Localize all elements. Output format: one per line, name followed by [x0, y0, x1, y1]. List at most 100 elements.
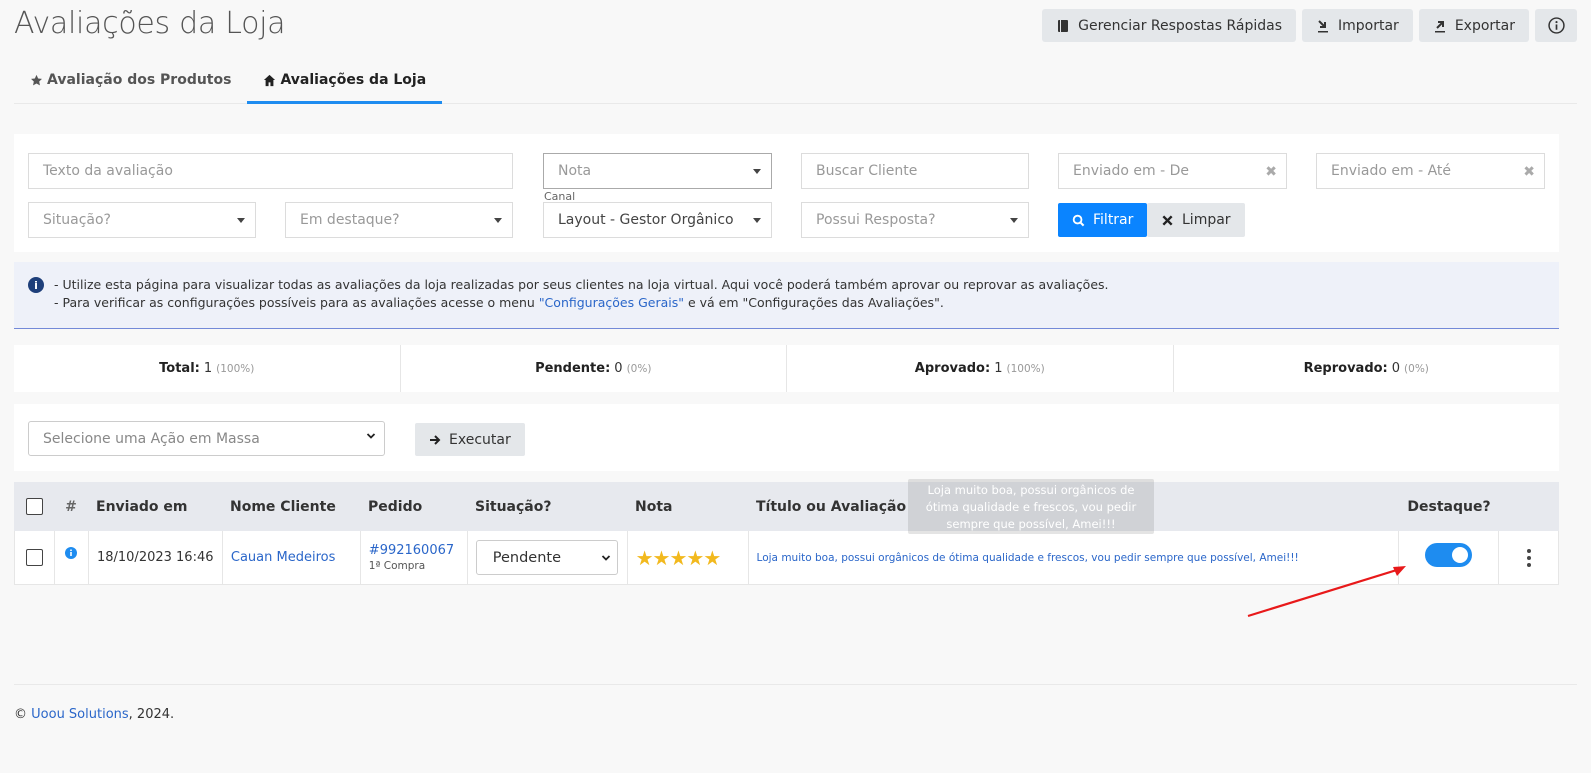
filter-button-label: Filtrar — [1093, 212, 1134, 228]
footer-year: , 2024. — [128, 707, 175, 722]
col-client[interactable]: Nome Cliente — [222, 499, 360, 515]
caret-down-icon — [494, 218, 502, 223]
stats-bar: Total: 1 (100%) Pendente: 0 (0%) Aprovado: 1(… — [14, 345, 1559, 392]
tab-store-reviews[interactable]: Avaliações da Loja — [247, 62, 443, 104]
stat-pending: Pendente: 0 (0%) — [401, 345, 787, 392]
client-link[interactable]: Cauan Medeiros — [231, 550, 335, 565]
review-text-input[interactable]: Texto da avaliação — [28, 153, 513, 189]
tab-bar: Avaliação dos Produtos Avaliações da Loj… — [14, 62, 1577, 104]
row-select-cell — [15, 531, 55, 584]
stat-value: 1 — [203, 361, 213, 376]
featured-toggle[interactable] — [1425, 542, 1473, 567]
nota-placeholder: Nota — [558, 163, 592, 179]
sent-from-placeholder: Enviado em - De — [1073, 163, 1189, 179]
tab-product-reviews-label: Avaliação dos Produtos — [47, 72, 232, 88]
search-icon — [1072, 214, 1085, 226]
copyright-symbol: © — [14, 707, 27, 722]
review-text[interactable]: Loja muito boa, possui orgânicos de ótim… — [757, 552, 1299, 564]
col-order[interactable]: Pedido — [360, 499, 467, 515]
caret-down-icon — [753, 218, 761, 223]
import-icon — [1318, 19, 1329, 32]
book-icon — [1058, 19, 1069, 32]
quick-replies-button[interactable]: Gerenciar Respostas Rápidas — [1042, 9, 1297, 42]
col-sent[interactable]: Enviado em — [88, 499, 222, 515]
situacao-placeholder: Situação? — [43, 212, 111, 228]
mass-action-select[interactable]: Selecione uma Ação em Massa — [28, 421, 385, 456]
client-search-input[interactable]: Buscar Cliente — [801, 153, 1029, 189]
clear-x-icon[interactable]: ✖ — [1523, 164, 1535, 180]
tab-product-reviews[interactable]: Avaliação dos Produtos — [14, 62, 247, 104]
info-text: - Utilize esta página para visualizar to… — [54, 276, 1109, 328]
canal-value: Layout - Gestor Orgânico — [558, 212, 734, 228]
row-actions-cell — [1499, 531, 1559, 584]
order-link[interactable]: #992160067 — [369, 543, 454, 558]
info-line-2-pre: - Para verificar as configurações possív… — [54, 295, 539, 310]
destaque-select[interactable]: Em destaque? — [285, 202, 513, 238]
stat-value: 1 — [994, 361, 1003, 376]
sent-from-input[interactable]: Enviado em - De ✖ — [1058, 153, 1287, 189]
stat-total: Total: 1 (100%) — [14, 345, 401, 392]
export-button[interactable]: Exportar — [1418, 9, 1529, 42]
info-icon[interactable] — [65, 546, 78, 559]
stat-label: Reprovado: — [1303, 361, 1388, 376]
info-panel: i - Utilize esta página para visualizar … — [14, 262, 1559, 329]
select-all-checkbox[interactable] — [25, 498, 43, 515]
row-client-cell: Cauan Medeiros — [223, 531, 361, 584]
stat-pct: (0%) — [1404, 362, 1429, 375]
order-sub: 1ª Compra — [368, 560, 426, 572]
stat-pct: (0%) — [626, 362, 652, 375]
caret-down-icon — [1010, 218, 1018, 223]
resposta-placeholder: Possui Resposta? — [816, 212, 936, 228]
star-icon — [31, 74, 42, 86]
info-circle-icon — [1547, 17, 1565, 34]
quick-replies-label: Gerenciar Respostas Rápidas — [1078, 17, 1283, 34]
canal-select[interactable]: Layout - Gestor Orgânico — [543, 202, 772, 238]
close-icon — [1162, 214, 1173, 226]
stat-value: 0 — [614, 361, 623, 376]
info-button[interactable] — [1535, 9, 1577, 42]
arrow-right-icon — [430, 434, 441, 445]
filter-panel: Texto da avaliação Nota Buscar Cliente E… — [14, 134, 1559, 252]
col-rating[interactable]: Nota — [627, 499, 748, 515]
info-line-2: - Para verificar as configurações possív… — [54, 294, 1109, 312]
status-select[interactable]: Pendente — [475, 540, 618, 575]
export-icon — [1434, 20, 1445, 32]
caret-down-icon — [237, 218, 245, 223]
clear-x-icon[interactable]: ✖ — [1265, 164, 1277, 180]
mass-action-placeholder: Selecione uma Ação em Massa — [43, 430, 260, 447]
page-title: Avaliações da Loja — [14, 6, 286, 41]
company-link[interactable]: Uoou Solutions — [31, 707, 129, 722]
client-search-placeholder: Buscar Cliente — [816, 163, 918, 179]
stat-label: Aprovado: — [914, 361, 991, 376]
review-text-placeholder: Texto da avaliação — [43, 163, 173, 179]
sent-to-input[interactable]: Enviado em - Até ✖ — [1316, 153, 1545, 189]
table-header: # Enviado em Nome Cliente Pedido Situaçã… — [14, 482, 1559, 531]
resposta-select[interactable]: Possui Resposta? — [801, 202, 1029, 238]
caret-down-icon — [753, 169, 761, 174]
col-status[interactable]: Situação? — [467, 499, 627, 515]
row-order-cell: #992160067 1ª Compra — [361, 531, 468, 584]
stat-pct: (100%) — [216, 362, 255, 375]
col-hash: # — [65, 498, 77, 515]
situacao-select[interactable]: Situação? — [28, 202, 256, 238]
sent-to-placeholder: Enviado em - Até — [1331, 163, 1452, 179]
stat-label: Pendente: — [535, 361, 611, 376]
home-icon — [264, 74, 276, 87]
import-button[interactable]: Importar — [1302, 9, 1413, 42]
filter-button[interactable]: Filtrar — [1058, 203, 1148, 237]
footer: © Uoou Solutions, 2024. — [14, 707, 174, 722]
stat-pct: (100%) — [1006, 362, 1045, 375]
select-all-cell — [14, 498, 54, 515]
execute-button[interactable]: Executar — [415, 423, 525, 456]
chevron-down-icon — [601, 555, 610, 561]
row-checkbox[interactable] — [25, 549, 43, 566]
general-settings-link[interactable]: "Configurações Gerais" — [539, 295, 684, 310]
clear-button-label: Limpar — [1182, 212, 1231, 228]
mass-action-panel: Selecione uma Ação em Massa Executar — [14, 404, 1559, 471]
nota-select[interactable]: Nota — [543, 153, 772, 189]
col-featured[interactable]: Destaque? — [1399, 499, 1499, 515]
more-options-icon[interactable] — [1523, 545, 1535, 571]
execute-button-label: Executar — [449, 431, 511, 448]
info-icon: i — [28, 277, 44, 293]
clear-button[interactable]: Limpar — [1147, 203, 1245, 237]
